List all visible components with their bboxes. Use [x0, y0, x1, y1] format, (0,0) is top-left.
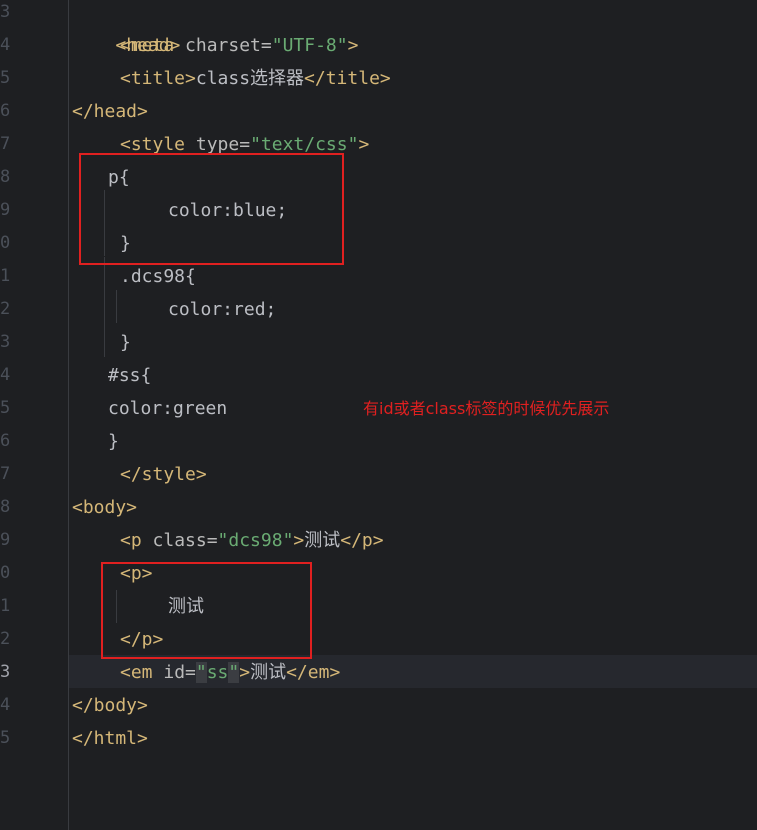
- line-number: 9: [0, 200, 11, 220]
- line-number: 7: [0, 464, 11, 484]
- line-number: 7: [0, 134, 11, 154]
- code-line[interactable]: color:red;: [168, 293, 276, 326]
- code-line-current[interactable]: <em id="ss">测试</em>: [120, 656, 340, 689]
- string-class-value: "dcs98": [217, 530, 294, 551]
- tag-title-open: <title>: [120, 68, 196, 89]
- code-line[interactable]: <head>: [72, 0, 180, 56]
- line-number: 2: [0, 629, 11, 649]
- code-line[interactable]: }: [108, 425, 119, 458]
- code-line[interactable]: <p class="dcs98">测试</p>: [120, 524, 384, 557]
- code-line[interactable]: }: [120, 326, 131, 359]
- code-line[interactable]: </body>: [72, 689, 148, 722]
- line-number: 4: [0, 695, 11, 715]
- highlight-box-p-element: [101, 562, 312, 659]
- line-number: 9: [0, 530, 11, 550]
- line-number: 1: [0, 596, 11, 616]
- tag-body-open: <body>: [72, 497, 138, 518]
- tag-em-close: </em>: [286, 662, 341, 683]
- css-close-brace: }: [120, 332, 131, 353]
- line-number: 2: [0, 299, 11, 319]
- highlight-box-p-rule: [79, 153, 344, 265]
- p-text: 测试: [304, 530, 341, 551]
- tag-p-open: <p: [120, 530, 142, 551]
- line-number-active: 3: [0, 662, 11, 682]
- string-id-value: ss: [206, 662, 229, 683]
- css-selector-ss: #ss{: [108, 365, 152, 386]
- title-text: class选择器: [195, 68, 305, 89]
- tag-em-open: <em: [120, 662, 153, 683]
- code-line[interactable]: <title>class选择器</title>: [120, 62, 391, 95]
- code-line[interactable]: </html>: [72, 722, 148, 755]
- line-number: 1: [0, 266, 11, 286]
- tag-meta-open: <meta: [120, 35, 175, 56]
- tag-body-close: </body>: [72, 695, 148, 716]
- code-line[interactable]: <body>: [72, 491, 137, 524]
- tag-style-close: </style>: [120, 464, 207, 485]
- indent-guide: [116, 290, 117, 323]
- css-color-red: color:red;: [168, 299, 277, 320]
- line-number: 0: [0, 233, 11, 253]
- code-line[interactable]: </style>: [120, 458, 207, 491]
- attr-id: id=: [152, 662, 196, 683]
- line-number: 6: [0, 431, 11, 451]
- code-editor[interactable]: 3 4 5 6 7 8 9 0 1 2 3 4 5 6 7 8 9 0 1 2 …: [0, 0, 757, 830]
- tag-meta-close: >: [347, 35, 359, 56]
- tag-gt: >: [293, 530, 305, 551]
- attr-type: type=: [185, 134, 251, 155]
- annotation-note: 有id或者class标签的时候优先展示: [363, 399, 610, 418]
- code-line[interactable]: #ss{: [108, 359, 151, 392]
- string-quote-close: ": [228, 662, 240, 683]
- tag-html-close: </html>: [72, 728, 148, 749]
- line-number: 8: [0, 497, 11, 517]
- css-color-green: color:green: [108, 398, 228, 419]
- css-selector-dcs98: .dcs98{: [120, 266, 196, 287]
- line-number: 8: [0, 167, 11, 187]
- line-number: 4: [0, 365, 11, 385]
- line-number: 5: [0, 68, 11, 88]
- attr-class: class=: [141, 530, 218, 551]
- code-line[interactable]: </head>: [72, 95, 148, 128]
- string-quote-open: ": [195, 662, 207, 683]
- tag-style-gt: >: [358, 134, 370, 155]
- line-number: 4: [0, 35, 11, 55]
- line-number: 3: [0, 2, 11, 22]
- tag-title-close: </title>: [304, 68, 391, 89]
- string-type-value: "text/css": [250, 134, 359, 155]
- indent-guide: [104, 257, 105, 357]
- tag-p-close: </p>: [340, 530, 384, 551]
- code-line[interactable]: color:green: [108, 392, 227, 425]
- line-number: 6: [0, 101, 11, 121]
- string-charset-value: "UTF-8": [271, 35, 348, 56]
- line-number: 0: [0, 563, 11, 583]
- attr-charset: charset=: [174, 35, 272, 56]
- tag-head-close: </head>: [72, 101, 148, 122]
- css-close-brace: }: [108, 431, 119, 452]
- em-text: 测试: [250, 662, 287, 683]
- code-line[interactable]: <meta charset="UTF-8">: [120, 29, 358, 62]
- line-number: 3: [0, 332, 11, 352]
- line-number: 5: [0, 398, 11, 418]
- line-number-gutter: 3 4 5 6 7 8 9 0 1 2 3 4 5 6 7 8 9 0 1 2 …: [0, 0, 69, 830]
- tag-style-open: <style: [120, 134, 186, 155]
- line-number: 5: [0, 728, 11, 748]
- tag-gt: >: [239, 662, 251, 683]
